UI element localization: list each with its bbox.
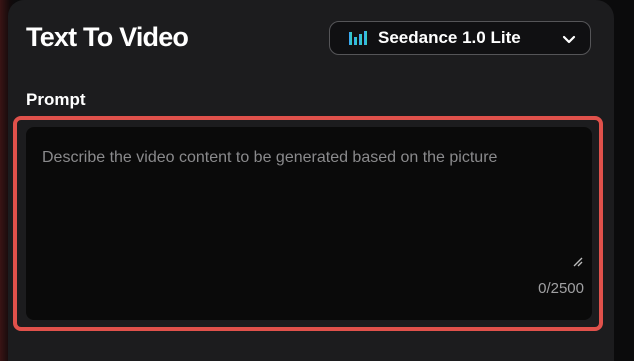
resize-handle-icon[interactable] xyxy=(573,254,583,267)
model-select-dropdown[interactable]: Seedance 1.0 Lite xyxy=(329,21,591,55)
page: Text To Video Seedance 1.0 Lite Prompt D… xyxy=(0,0,634,361)
text-to-video-panel: Text To Video Seedance 1.0 Lite Prompt D… xyxy=(8,0,614,361)
chevron-down-icon xyxy=(562,32,576,44)
prompt-label: Prompt xyxy=(26,90,86,109)
character-counter: 0/2500 xyxy=(538,280,584,297)
prompt-field-container: 0/2500 xyxy=(26,127,592,320)
model-select-value: Seedance 1.0 Lite xyxy=(378,28,521,47)
prompt-input[interactable] xyxy=(26,127,592,267)
page-title: Text To Video xyxy=(26,22,189,52)
audio-bars-icon xyxy=(348,29,368,47)
